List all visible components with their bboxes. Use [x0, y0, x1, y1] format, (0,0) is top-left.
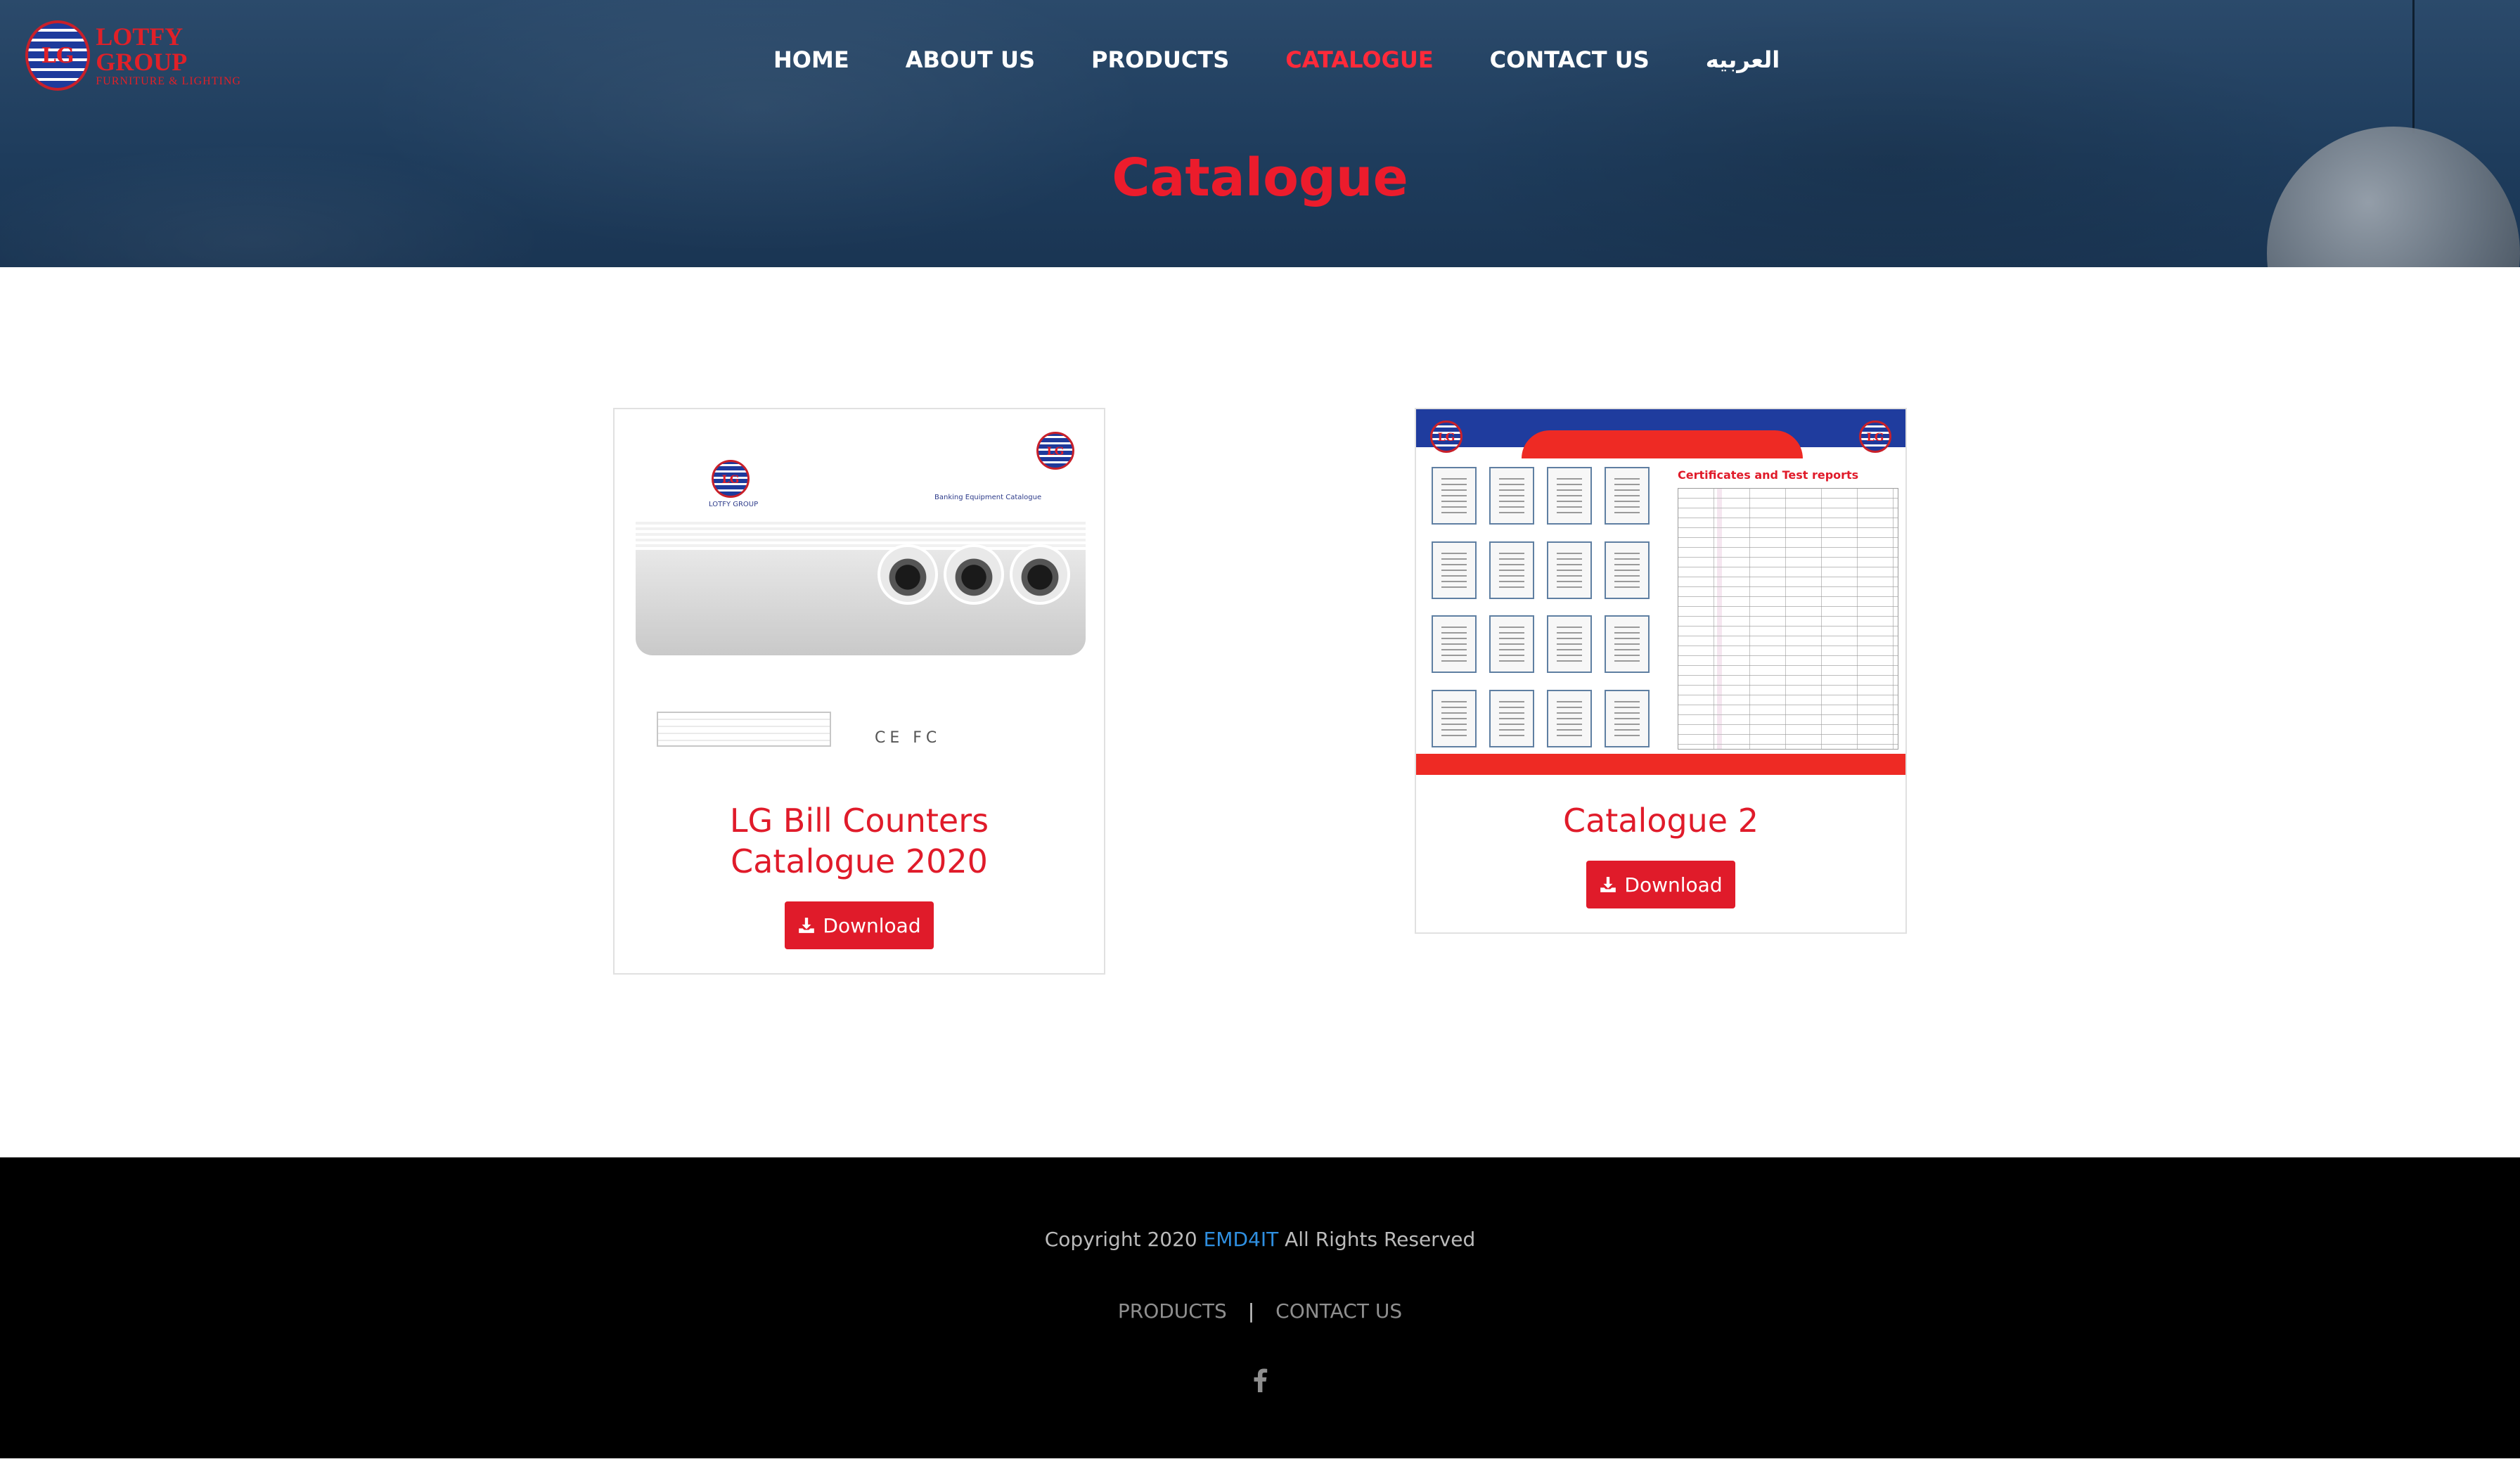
copyright-suffix: All Rights Reserved — [1278, 1228, 1476, 1251]
download-icon — [1600, 877, 1616, 892]
nav-contact-us[interactable]: CONTACT US — [1490, 46, 1650, 73]
copyright-prefix: Copyright 2020 — [1044, 1228, 1204, 1251]
certificate-doc — [1605, 467, 1650, 525]
certificate-doc — [1605, 615, 1650, 673]
certificate-doc — [1605, 689, 1650, 747]
footer-link-contact-us[interactable]: CONTACT US — [1275, 1299, 1402, 1323]
certificates-heading: Certificates and Test reports — [1678, 468, 1859, 482]
logo-name: LOTFY GROUP — [96, 23, 188, 76]
cover-stripe-decoration — [636, 522, 1086, 550]
download-label: Download — [823, 913, 921, 937]
bill-counter-image — [878, 544, 938, 605]
cover-logo-letters-right: LG — [1866, 430, 1884, 444]
cover-logo-icon-right: LG — [1036, 432, 1074, 470]
certificate-doc — [1432, 689, 1477, 747]
page-title: Catalogue — [1112, 148, 1408, 208]
certificate-doc — [1547, 541, 1592, 599]
footer-links: PRODUCTS | CONTACT US — [0, 1299, 2520, 1323]
bill-counter-image — [1010, 544, 1070, 605]
emd4it-link[interactable]: EMD4IT — [1204, 1228, 1279, 1251]
facebook-icon[interactable] — [1252, 1368, 1268, 1392]
cover-logo-caption: LOTFY GROUP — [709, 501, 759, 508]
bottom-strip — [0, 1458, 2520, 1471]
nav-about-us[interactable]: ABOUT US — [906, 46, 1035, 73]
catalogue-2-title: Catalogue 2 — [1563, 802, 1759, 840]
cover-logo-icon-right: LG — [1859, 420, 1891, 453]
certificate-doc — [1432, 541, 1477, 599]
footer-link-products[interactable]: PRODUCTS — [1118, 1299, 1227, 1323]
cover-red-footer — [1416, 754, 1905, 775]
globe-logo-icon: LG — [25, 20, 91, 91]
certificate-thumbnails — [1432, 467, 1650, 748]
certificates-table — [1678, 488, 1898, 750]
cover-logo-icon: LG — [1430, 420, 1462, 453]
certificate-doc — [1489, 689, 1534, 747]
site-footer: Copyright 2020 EMD4IT All Rights Reserve… — [0, 1157, 2520, 1458]
logo-tagline: FURNITURE & LIGHTING — [96, 75, 241, 87]
cover-red-arc — [1522, 430, 1803, 458]
catalogue-card-2: LG LG Certificates and Test reports Cata… — [1415, 408, 1907, 934]
nav-home[interactable]: HOME — [773, 46, 849, 73]
main-nav: HOME ABOUT US PRODUCTS CATALOGUE CONTACT… — [773, 42, 1780, 77]
cover-logo-icon: LG — [712, 460, 750, 498]
catalogue-card-1: LG LOTFY GROUP LG Banking Equipment Cata… — [613, 408, 1105, 975]
hero-banner: LG LOTFY GROUP FURNITURE & LIGHTING HOME… — [0, 0, 2520, 267]
lamp-cord-decoration — [2412, 0, 2415, 134]
catalogue-1-title-line2: Catalogue 2020 — [731, 842, 988, 880]
catalogue-1-download-button[interactable]: Download — [785, 901, 934, 949]
catalogue-2-cover-image[interactable]: LG LG Certificates and Test reports — [1416, 409, 1905, 775]
certificate-doc — [1489, 467, 1534, 525]
cover-logo-letters-right: LG — [1046, 444, 1065, 458]
copyright-text: Copyright 2020 EMD4IT All Rights Reserve… — [0, 1228, 2520, 1251]
cover-subtitle: Banking Equipment Catalogue — [934, 494, 1042, 501]
nav-catalogue[interactable]: CATALOGUE — [1285, 46, 1433, 73]
download-icon — [799, 918, 815, 933]
certificate-doc — [1547, 689, 1592, 747]
nav-arabic[interactable]: العربيه — [1706, 46, 1780, 73]
bill-counter-image — [944, 544, 1004, 605]
cover-logo-letters: LG — [721, 472, 740, 486]
cover-logo-letters: LG — [1437, 430, 1455, 444]
certificate-doc — [1489, 541, 1534, 599]
site-logo[interactable]: LG LOTFY GROUP FURNITURE & LIGHTING — [25, 17, 264, 94]
catalogue-1-cover-image[interactable]: LG LOTFY GROUP LG Banking Equipment Cata… — [615, 409, 1104, 775]
certificate-doc — [1547, 467, 1592, 525]
catalogue-2-download-button[interactable]: Download — [1586, 861, 1735, 908]
catalogue-1-title-line1: LG Bill Counters — [729, 802, 989, 840]
certificate-doc — [1547, 615, 1592, 673]
certificate-doc — [1605, 541, 1650, 599]
certificate-doc — [1432, 467, 1477, 525]
cert-marks: CE FC — [875, 729, 941, 747]
certificate-doc — [1489, 615, 1534, 673]
cover-address-box — [657, 712, 831, 747]
download-label: Download — [1624, 873, 1723, 897]
certificate-doc — [1432, 615, 1477, 673]
logo-letters: LG — [41, 43, 75, 68]
footer-separator: | — [1247, 1299, 1255, 1323]
nav-products[interactable]: PRODUCTS — [1091, 46, 1229, 73]
